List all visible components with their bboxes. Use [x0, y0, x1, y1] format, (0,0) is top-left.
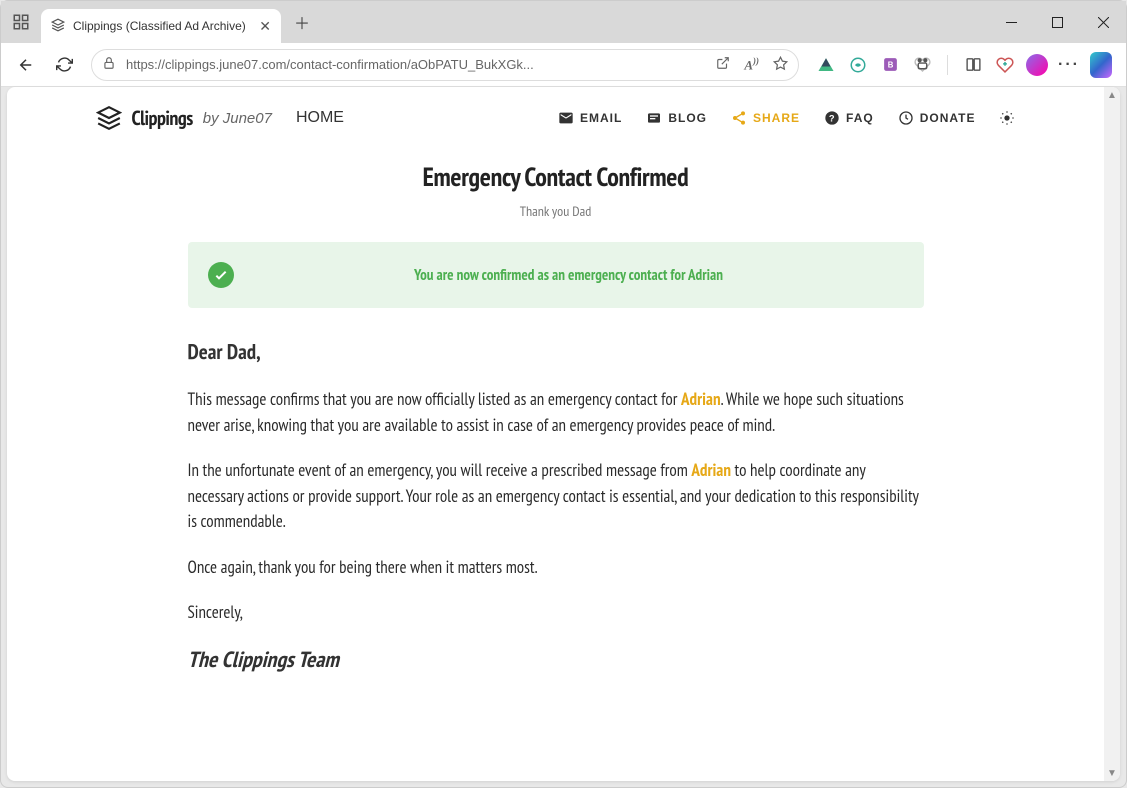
- confirmation-alert: You are now confirmed as an emergency co…: [188, 242, 924, 308]
- alert-text: You are now confirmed as an emergency co…: [234, 266, 904, 285]
- blog-icon: [646, 110, 662, 126]
- p1-a: This message confirms that you are now o…: [188, 388, 682, 410]
- favorite-icon[interactable]: [773, 56, 788, 74]
- tab-favicon: [51, 18, 65, 35]
- share-icon: [731, 110, 747, 126]
- logo-icon: [96, 105, 122, 131]
- url-text: https://clippings.june07.com/contact-con…: [126, 57, 706, 72]
- paragraph-1: This message confirms that you are now o…: [188, 387, 924, 438]
- nav-faq-label: FAQ: [846, 111, 874, 125]
- profile-avatar[interactable]: [1026, 54, 1048, 76]
- nav-blog[interactable]: BLOG: [646, 110, 707, 126]
- close-window-button[interactable]: [1080, 1, 1126, 43]
- paragraph-2: In the unfortunate event of an emergency…: [188, 458, 924, 535]
- tab-title: Clippings (Classified Ad Archive): [73, 19, 246, 33]
- svg-text:B: B: [887, 60, 893, 69]
- p2-a: In the unfortunate event of an emergency…: [188, 459, 692, 481]
- nav-blog-label: BLOG: [668, 111, 707, 125]
- sun-icon: [999, 110, 1015, 126]
- page-subtitle: Thank you Dad: [188, 202, 924, 220]
- faq-icon: ?: [824, 110, 840, 126]
- logo-subtitle: by June07: [203, 110, 272, 127]
- copilot-icon[interactable]: [1090, 54, 1112, 76]
- lock-icon: [102, 56, 116, 73]
- p1-name: Adrian: [681, 388, 721, 410]
- svg-text:?: ?: [829, 113, 835, 123]
- collections-icon[interactable]: [994, 54, 1016, 76]
- scroll-up-icon[interactable]: ▲: [1104, 87, 1120, 103]
- nav-share-label: SHARE: [753, 111, 800, 125]
- page-title: Emergency Contact Confirmed: [188, 161, 924, 194]
- new-tab-button[interactable]: ＋: [287, 7, 317, 37]
- extensions-menu-icon[interactable]: [911, 54, 933, 76]
- donate-icon: [898, 110, 914, 126]
- nav-home-label: HOME: [296, 109, 344, 127]
- browser-toolbar: https://clippings.june07.com/contact-con…: [1, 43, 1126, 87]
- minimize-button[interactable]: [988, 1, 1034, 43]
- check-icon: [208, 262, 234, 288]
- maximize-button[interactable]: [1034, 1, 1080, 43]
- extension-icon-2[interactable]: B: [879, 54, 901, 76]
- scrollbar[interactable]: ▲ ▼: [1104, 87, 1120, 781]
- split-screen-icon[interactable]: [962, 54, 984, 76]
- site-logo[interactable]: Clippings by June07: [96, 105, 272, 131]
- greeting: Dear Dad,: [188, 338, 924, 365]
- signature: The Clippings Team: [188, 646, 924, 674]
- tab-close-icon[interactable]: ✕: [259, 18, 271, 35]
- read-aloud-icon[interactable]: A)): [744, 56, 759, 73]
- nav-email-label: EMAIL: [580, 111, 622, 125]
- titlebar: Clippings (Classified Ad Archive) ✕ ＋: [1, 1, 1126, 43]
- open-link-icon[interactable]: [716, 56, 730, 73]
- address-bar[interactable]: https://clippings.june07.com/contact-con…: [91, 49, 799, 81]
- extension-icon-1[interactable]: [847, 54, 869, 76]
- nav-email[interactable]: EMAIL: [558, 110, 622, 126]
- nav-donate-label: DONATE: [920, 111, 976, 125]
- alert-prefix: You are now confirmed as an emergency co…: [414, 266, 688, 285]
- more-menu-icon[interactable]: ···: [1058, 54, 1080, 76]
- scroll-down-icon[interactable]: ▼: [1104, 765, 1120, 781]
- nav-faq[interactable]: ? FAQ: [824, 110, 874, 126]
- paragraph-3: Once again, thank you for being there wh…: [188, 555, 924, 581]
- nav-share[interactable]: SHARE: [731, 110, 800, 126]
- browser-tab[interactable]: Clippings (Classified Ad Archive) ✕: [41, 9, 281, 43]
- refresh-button[interactable]: [47, 48, 81, 82]
- vue-devtools-icon[interactable]: [815, 54, 837, 76]
- p2-name: Adrian: [691, 459, 731, 481]
- separator: [947, 55, 948, 75]
- email-icon: [558, 110, 574, 126]
- app-menu-icon[interactable]: [1, 1, 41, 43]
- theme-toggle[interactable]: [999, 110, 1015, 126]
- back-button[interactable]: [9, 48, 43, 82]
- site-header: Clippings by June07 HOME EMAIL: [46, 87, 1066, 141]
- logo-text: Clippings: [132, 105, 193, 131]
- alert-name: Adrian: [688, 266, 723, 285]
- nav-donate[interactable]: DONATE: [898, 110, 976, 126]
- paragraph-4: Sincerely,: [188, 600, 924, 626]
- nav-home[interactable]: HOME: [290, 109, 344, 127]
